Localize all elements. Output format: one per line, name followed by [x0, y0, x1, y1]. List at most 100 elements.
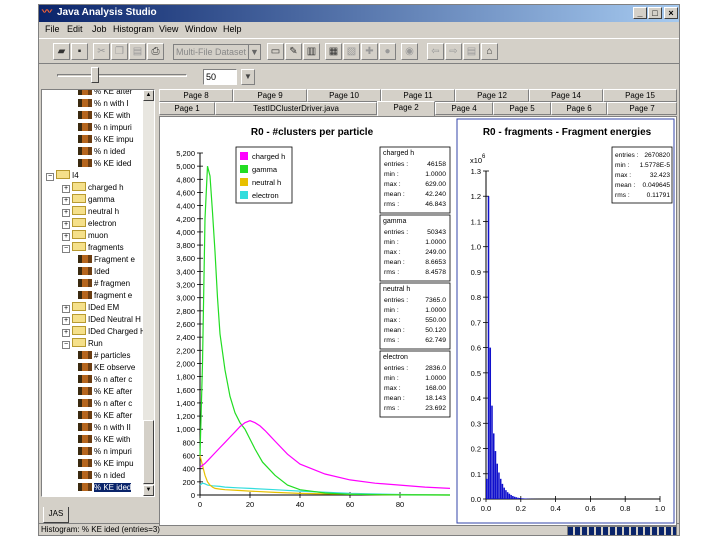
collapse-icon[interactable]: −: [62, 341, 70, 349]
tree-item[interactable]: % KE with: [78, 110, 130, 122]
tree-item[interactable]: % KE with: [78, 434, 130, 446]
tree-folder[interactable]: − I4: [46, 170, 79, 182]
job-go-icon[interactable]: ✚: [361, 43, 378, 60]
tree-item[interactable]: % KE ided: [78, 482, 132, 494]
scroll-up-icon[interactable]: ▲: [143, 90, 154, 101]
tab-page-14[interactable]: Page 14: [529, 89, 603, 102]
tree-item[interactable]: % KE ided: [78, 158, 131, 170]
tree-folder[interactable]: + neutral h: [62, 206, 119, 218]
histogram-tree[interactable]: % KE ided % n ided % KE impu % n impuri % KE…: [41, 89, 155, 497]
expand-icon[interactable]: +: [62, 209, 70, 217]
tab-page-6[interactable]: Page 6: [551, 102, 607, 115]
menu-histogram[interactable]: Histogram: [113, 24, 154, 34]
tree-folder[interactable]: + muon: [62, 230, 108, 242]
stats-value: 0.11791: [647, 192, 671, 199]
home-icon[interactable]: ⌂: [481, 43, 498, 60]
tree-item[interactable]: % KE after: [78, 410, 132, 422]
expand-icon[interactable]: +: [62, 221, 70, 229]
tree-scrollbar[interactable]: ▲ ▼: [143, 90, 154, 496]
tree-item[interactable]: Ided: [78, 266, 110, 278]
slider-track[interactable]: [57, 74, 187, 77]
tree-item[interactable]: # fragmen: [78, 278, 130, 290]
menu-job[interactable]: Job: [92, 24, 107, 34]
maximize-button[interactable]: □: [648, 7, 662, 19]
tree-item[interactable]: % n ided: [78, 470, 125, 482]
tab-page-15[interactable]: Page 15: [603, 89, 677, 102]
tab-page-12[interactable]: Page 12: [455, 89, 529, 102]
tab-page-4[interactable]: Page 4: [435, 102, 493, 115]
tree-item[interactable]: % KE impu: [78, 458, 134, 470]
expand-icon[interactable]: +: [62, 329, 70, 337]
tree-item[interactable]: % n with II: [78, 422, 131, 434]
title-bar[interactable]: 〰 Java Analysis Studio _ □ ×: [39, 5, 679, 22]
menu-file[interactable]: File: [45, 24, 60, 34]
save-icon[interactable]: ▪: [71, 43, 88, 60]
script-icon[interactable]: ▥: [303, 43, 320, 60]
tree-item[interactable]: % KE after: [78, 386, 132, 398]
collapse-icon[interactable]: −: [46, 173, 54, 181]
tree-folder[interactable]: + IDed Charged H: [62, 326, 146, 338]
tab-page-9[interactable]: Page 9: [233, 89, 307, 102]
tab-page-5[interactable]: Page 5: [493, 102, 551, 115]
expand-icon[interactable]: +: [62, 305, 70, 313]
tree-folder[interactable]: + charged h: [62, 182, 124, 194]
back-icon[interactable]: ⇦: [427, 43, 444, 60]
expand-icon[interactable]: +: [62, 197, 70, 205]
chevron-down-icon[interactable]: ▼: [241, 69, 255, 85]
menu-window[interactable]: Window: [185, 24, 217, 34]
wand-icon[interactable]: ✎: [285, 43, 302, 60]
stop-icon[interactable]: ●: [379, 43, 396, 60]
close-button[interactable]: ×: [664, 7, 678, 19]
tab-jas[interactable]: JAS: [43, 507, 69, 523]
tree-item[interactable]: % n after c: [78, 398, 132, 410]
scroll-down-icon[interactable]: ▼: [143, 485, 154, 496]
tree-item[interactable]: % n after c: [78, 374, 132, 386]
print-icon[interactable]: ⎙: [147, 43, 164, 60]
tree-item[interactable]: # particles: [78, 350, 130, 362]
dataset-combo[interactable]: Multi-File Dataset ▼: [173, 44, 261, 60]
menu-edit[interactable]: Edit: [67, 24, 83, 34]
tree-item[interactable]: KE observe: [78, 362, 135, 374]
tab-page-7[interactable]: Page 7: [607, 102, 677, 115]
record-icon[interactable]: ◉: [401, 43, 418, 60]
slider-value-field[interactable]: 50: [203, 69, 237, 85]
paste-icon[interactable]: ▤: [129, 43, 146, 60]
menu-help[interactable]: Help: [223, 24, 242, 34]
expand-icon[interactable]: +: [62, 185, 70, 193]
copy-icon[interactable]: ❐: [111, 43, 128, 60]
menu-view[interactable]: View: [159, 24, 178, 34]
tab-page-2[interactable]: Page 2: [377, 101, 435, 116]
forward-icon[interactable]: ⇨: [445, 43, 462, 60]
scroll-thumb[interactable]: [143, 420, 154, 484]
tree-folder[interactable]: + gamma: [62, 194, 115, 206]
tree-folder[interactable]: + IDed EM: [62, 302, 119, 314]
tree-item[interactable]: % n with I: [78, 98, 129, 110]
job-step-icon[interactable]: ▦: [325, 43, 342, 60]
minimize-button[interactable]: _: [633, 7, 647, 19]
tree-item[interactable]: % n impuri: [78, 446, 132, 458]
expand-icon[interactable]: +: [62, 233, 70, 241]
tree-item[interactable]: % n impuri: [78, 122, 132, 134]
tab-testidclusterdriver-java[interactable]: TestIDClusterDriver.java: [215, 102, 377, 115]
new-plot-icon[interactable]: ▭: [267, 43, 284, 60]
tree-folder[interactable]: − Run: [62, 338, 103, 350]
tree-item[interactable]: fragment e: [78, 290, 132, 302]
histogram-bar: [510, 494, 512, 499]
tree-folder[interactable]: + IDed Neutral H: [62, 314, 141, 326]
collapse-icon[interactable]: −: [62, 245, 70, 253]
cut-icon[interactable]: ✂: [93, 43, 110, 60]
job-run-icon[interactable]: ▧: [343, 43, 360, 60]
tree-item[interactable]: % n ided: [78, 146, 125, 158]
tab-page-10[interactable]: Page 10: [307, 89, 381, 102]
tab-page-1[interactable]: Page 1: [159, 102, 215, 115]
page-icon[interactable]: ▤: [463, 43, 480, 60]
expand-icon[interactable]: +: [62, 317, 70, 325]
tree-item[interactable]: Fragment e: [78, 254, 135, 266]
tree-folder[interactable]: − fragments: [62, 242, 124, 254]
open-folder-icon[interactable]: ▰: [53, 43, 70, 60]
slider-thumb[interactable]: [91, 67, 99, 83]
tree-folder[interactable]: + electron: [62, 218, 116, 230]
tree-item[interactable]: % KE impu: [78, 134, 134, 146]
tab-page-8[interactable]: Page 8: [159, 89, 233, 102]
tree-item[interactable]: % KE after: [78, 90, 132, 98]
